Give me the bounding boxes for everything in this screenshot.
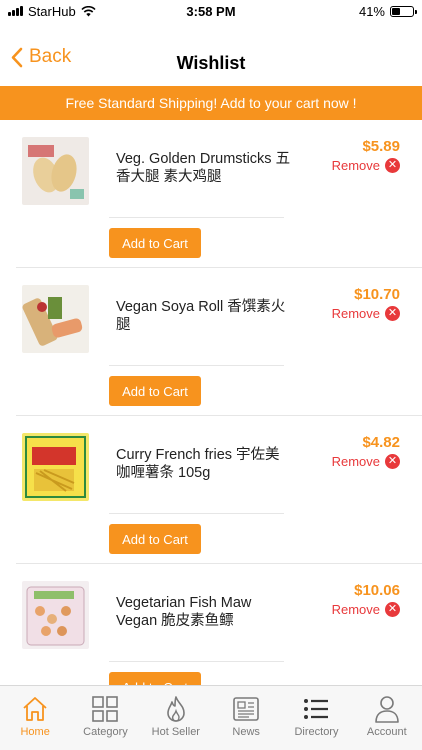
add-to-cart-button[interactable]: Add to Cart — [109, 376, 201, 406]
close-circle-icon: ✕ — [385, 158, 400, 173]
tab-account[interactable]: Account — [352, 686, 422, 750]
status-left: StarHub — [8, 4, 96, 19]
add-to-cart-button[interactable]: Add to Cart — [109, 228, 201, 258]
remove-button[interactable]: Remove ✕ — [332, 306, 400, 321]
remove-label: Remove — [331, 158, 380, 173]
tab-label: News — [232, 726, 260, 738]
product-price: $10.06 — [354, 582, 400, 599]
product-image[interactable] — [22, 433, 89, 501]
wishlist-list[interactable]: Veg. Golden Drumsticks 五香大腿 素大鸡腿 $5.89 R… — [0, 120, 422, 685]
product-image[interactable] — [22, 581, 89, 649]
signal-icon — [8, 6, 23, 16]
divider — [109, 661, 284, 662]
person-icon — [374, 696, 399, 723]
tab-label: Home — [20, 726, 50, 738]
tab-label: Account — [366, 726, 407, 738]
divider — [109, 217, 284, 218]
add-to-cart-button[interactable]: Add to Cart — [109, 524, 201, 554]
battery-level — [392, 7, 401, 15]
remove-label: Remove — [331, 454, 380, 469]
newspaper-icon — [233, 697, 259, 721]
wishlist-item: Curry French fries 宇佐美咖喱薯条 105g $4.82 Re… — [16, 416, 422, 564]
divider — [109, 513, 284, 514]
remove-button[interactable]: Remove ✕ — [332, 454, 400, 469]
list-icon — [304, 699, 329, 719]
product-image[interactable] — [22, 285, 89, 353]
product-price: $5.89 — [362, 138, 400, 155]
wishlist-item: Veg. Golden Drumsticks 五香大腿 素大鸡腿 $5.89 R… — [16, 120, 422, 268]
product-image[interactable] — [22, 137, 89, 205]
wishlist-item: Vegetarian Fish Maw Vegan 脆皮素鱼鳔 $10.06 R… — [16, 564, 422, 685]
grid-icon — [92, 696, 119, 722]
home-icon — [23, 697, 47, 721]
carrier-name: StarHub — [28, 3, 76, 19]
tab-bar: Home Category Hot Seller News Directory … — [0, 685, 422, 750]
remove-button[interactable]: Remove ✕ — [332, 158, 400, 173]
product-name[interactable]: Vegetarian Fish Maw Vegan 脆皮素鱼鳔 — [116, 594, 291, 630]
status-bar: StarHub 3:58 PM 41% — [0, 0, 422, 22]
divider — [109, 365, 284, 366]
tab-label: Directory — [294, 726, 339, 738]
page-title: Wishlist — [176, 53, 246, 73]
close-circle-icon: ✕ — [385, 306, 400, 321]
tab-label: Category — [83, 726, 128, 738]
battery-icon — [390, 5, 417, 17]
tab-hot-seller[interactable]: Hot Seller — [141, 686, 211, 750]
flame-icon — [167, 696, 185, 722]
product-name[interactable]: Veg. Golden Drumsticks 五香大腿 素大鸡腿 — [116, 150, 291, 186]
product-price: $4.82 — [362, 434, 400, 451]
remove-label: Remove — [331, 306, 380, 321]
close-circle-icon: ✕ — [385, 602, 400, 617]
tab-directory[interactable]: Directory — [281, 686, 351, 750]
nav-bar: Back Wishlist — [0, 22, 422, 86]
product-name[interactable]: Curry French fries 宇佐美咖喱薯条 105g — [116, 446, 291, 482]
tab-news[interactable]: News — [211, 686, 281, 750]
tab-home[interactable]: Home — [0, 686, 70, 750]
shipping-banner: Free Standard Shipping! Add to your cart… — [0, 86, 422, 120]
remove-button[interactable]: Remove ✕ — [332, 602, 400, 617]
tab-label: Hot Seller — [151, 726, 200, 738]
close-circle-icon: ✕ — [385, 454, 400, 469]
wishlist-item: Vegan Soya Roll 香馔素火腿 $10.70 Remove ✕ Ad… — [16, 268, 422, 416]
status-right: 41% — [358, 3, 417, 19]
product-name[interactable]: Vegan Soya Roll 香馔素火腿 — [116, 298, 291, 334]
tab-category[interactable]: Category — [70, 686, 140, 750]
battery-percent: 41% — [358, 3, 385, 19]
product-price: $10.70 — [354, 286, 400, 303]
wifi-icon — [81, 5, 96, 16]
remove-label: Remove — [331, 602, 380, 617]
add-to-cart-button[interactable]: Add to Cart — [109, 672, 201, 685]
